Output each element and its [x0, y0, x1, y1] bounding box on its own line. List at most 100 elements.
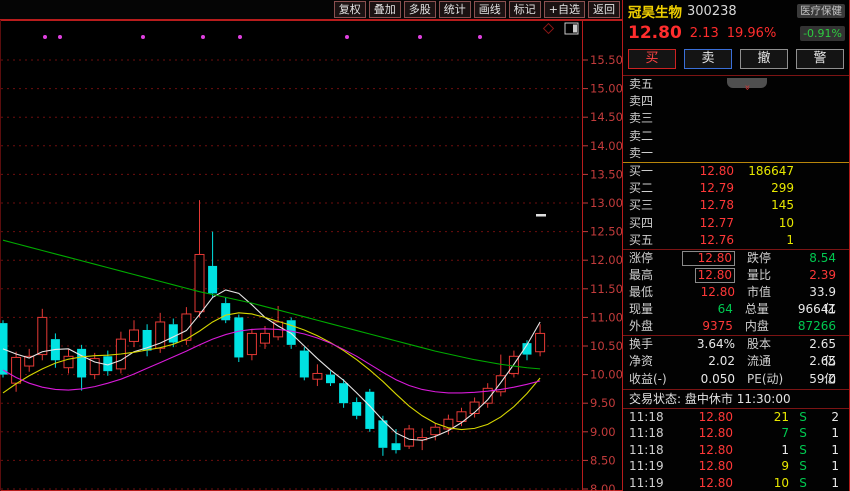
collapse-queue-tab[interactable]: » [727, 78, 767, 88]
price-row: 12.80 2.13 19.96% -0.91% [623, 20, 849, 44]
trading-status: 交易状态: 盘中休市 11:30:00 [623, 390, 849, 408]
toolbar-button-diejia[interactable]: 叠加 [369, 1, 401, 18]
chevron-double-down-icon: » [743, 84, 752, 88]
stats-block-2: 换手3.64%股本2.65亿 净资2.02流通2.65亿 收益(-)0.050P… [623, 336, 849, 389]
stat-value: 12.80 [673, 284, 735, 301]
tx-time: 11:19 [629, 475, 671, 491]
tx-count: 1 [817, 458, 849, 475]
alert-button[interactable]: 警 [796, 49, 844, 69]
sell-row[interactable]: 卖二 [623, 128, 849, 145]
chart-toolbar: 复权 叠加 多股 统计 画线 标记 +自选 返回 [0, 0, 622, 20]
buy-row[interactable]: 买三12.78145 [623, 197, 849, 214]
buy-level-label: 买三 [629, 197, 671, 214]
tx-count: 1 [817, 442, 849, 459]
stat-label: 最高 [629, 267, 673, 284]
buy-row[interactable]: 买二12.79299 [623, 180, 849, 197]
buy-queue: 买一12.80186647 买二12.79299 买三12.78145 买四12… [623, 163, 849, 249]
buy-row[interactable]: 买一12.80186647 [623, 163, 849, 180]
cancel-order-button[interactable]: 撤 [740, 49, 788, 69]
buy-price: 12.80 [671, 163, 734, 180]
stat-value: 3.64% [673, 336, 735, 354]
stat-value: 8.54 [801, 250, 849, 267]
stat-value: 59.0 [801, 371, 849, 389]
stats-row: 收益(-)0.050PE(动)59.0 [623, 371, 849, 389]
y-axis-label: 13.00 [590, 196, 622, 210]
y-axis-label: 11.00 [590, 310, 622, 324]
buy-row[interactable]: 买四12.7710 [623, 215, 849, 232]
trade-buttons: 买 卖 撤 警 [623, 44, 849, 75]
tx-time: 11:19 [629, 458, 671, 475]
toolbar-button-dugu[interactable]: 多股 [404, 1, 436, 18]
stat-label: 流通 [735, 353, 801, 371]
stat-label: 股本 [735, 336, 801, 354]
last-price: 12.80 [628, 23, 682, 43]
y-axis-label: 14.00 [590, 139, 622, 153]
tx-side: S [789, 458, 817, 475]
toolbar-button-tongji[interactable]: 统计 [439, 1, 471, 18]
sell-row[interactable]: 卖三 [623, 110, 849, 127]
toolbar-button-fuquan[interactable]: 复权 [334, 1, 366, 18]
stats-row: 换手3.64%股本2.65亿 [623, 336, 849, 354]
sector-change: -0.91% [800, 26, 845, 41]
stat-value: 87266 [798, 318, 849, 335]
stat-label: 涨停 [629, 250, 673, 267]
buy-price: 12.76 [671, 232, 734, 249]
stat-label: 换手 [629, 336, 673, 354]
stat-value: 9375 [672, 318, 733, 335]
transaction-row: 11:1812.807S1 [623, 425, 849, 442]
status-label: 交易状态: [629, 392, 681, 406]
buy-row[interactable]: 买五12.761 [623, 232, 849, 249]
toolbar-button-zixuan[interactable]: +自选 [544, 1, 585, 18]
y-axis-label: 12.50 [590, 225, 622, 239]
tx-price: 12.80 [671, 458, 733, 475]
y-axis-label: 10.50 [590, 339, 622, 353]
sector-tag[interactable]: 医疗保健 [797, 4, 845, 18]
stats-row: 最低12.80市值33.9亿 [623, 284, 849, 301]
tx-side: S [789, 442, 817, 459]
buy-level-label: 买一 [629, 163, 671, 180]
sell-level-label: 卖四 [629, 93, 671, 110]
sell-price [671, 76, 734, 93]
toolbar-button-huaxian[interactable]: 画线 [474, 1, 506, 18]
toolbar-button-biaoji[interactable]: 标记 [509, 1, 541, 18]
transaction-list[interactable]: 11:1812.8021S2 11:1812.807S1 11:1812.801… [623, 409, 849, 491]
sell-volume [734, 145, 794, 162]
sell-volume [734, 110, 794, 127]
y-axis-label: 9.50 [590, 396, 616, 410]
stat-value: 2.39 [801, 267, 849, 284]
stat-label: 最低 [629, 284, 673, 301]
high-value: 12.80 [695, 268, 735, 283]
price-change: 2.13 [690, 26, 719, 41]
stat-value: 64 [672, 301, 733, 318]
stat-label: PE(动) [735, 371, 801, 389]
stats-row: 净资2.02流通2.65亿 [623, 353, 849, 371]
sell-row[interactable]: 卖一 [623, 145, 849, 162]
transaction-row: 11:1812.8021S2 [623, 409, 849, 426]
stat-label: 收益(-) [629, 371, 673, 389]
price-change-percent: 19.96% [727, 26, 777, 41]
sell-row[interactable]: 卖四 [623, 93, 849, 110]
y-axis-label: 9.00 [590, 425, 616, 439]
kline-svg: 15.5015.0014.5014.0013.5013.0012.5012.00… [0, 20, 622, 491]
stats-row: 外盘9375内盘87266 [623, 318, 849, 335]
candlestick-chart[interactable]: 15.5015.0014.5014.0013.5013.0012.5012.00… [0, 20, 622, 491]
sell-price [671, 110, 734, 127]
sell-price [671, 145, 734, 162]
sell-level-label: 卖一 [629, 145, 671, 162]
buy-price: 12.77 [671, 215, 734, 232]
sell-button[interactable]: 卖 [684, 49, 732, 69]
buy-level-label: 买二 [629, 180, 671, 197]
y-axis-label: 13.50 [590, 167, 622, 181]
toolbar-button-fanhui[interactable]: 返回 [588, 1, 620, 18]
stat-label: 现量 [629, 301, 672, 318]
tx-time: 11:18 [629, 442, 671, 459]
transaction-row: 11:1812.801S1 [623, 442, 849, 459]
diamond-marker-icon [544, 24, 554, 34]
tx-side: S [789, 475, 817, 491]
stat-label: 量比 [735, 267, 801, 284]
limit-up-value: 12.80 [682, 251, 735, 266]
stats-row: 最高 12.80量比2.39 [623, 267, 849, 284]
stat-label: 外盘 [629, 318, 672, 335]
transaction-row: 11:1912.8010S1 [623, 475, 849, 491]
buy-button[interactable]: 买 [628, 49, 676, 69]
